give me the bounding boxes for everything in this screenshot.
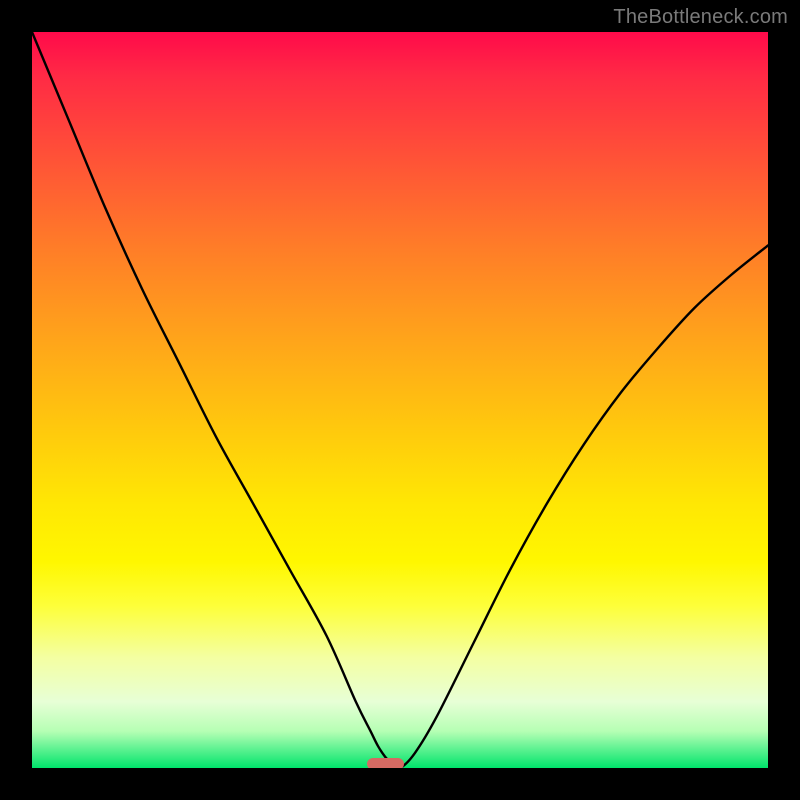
plot-area [32, 32, 768, 768]
optimal-marker [367, 758, 404, 768]
bottleneck-curve [32, 32, 768, 768]
chart-frame: TheBottleneck.com [0, 0, 800, 800]
watermark-text: TheBottleneck.com [613, 6, 788, 29]
